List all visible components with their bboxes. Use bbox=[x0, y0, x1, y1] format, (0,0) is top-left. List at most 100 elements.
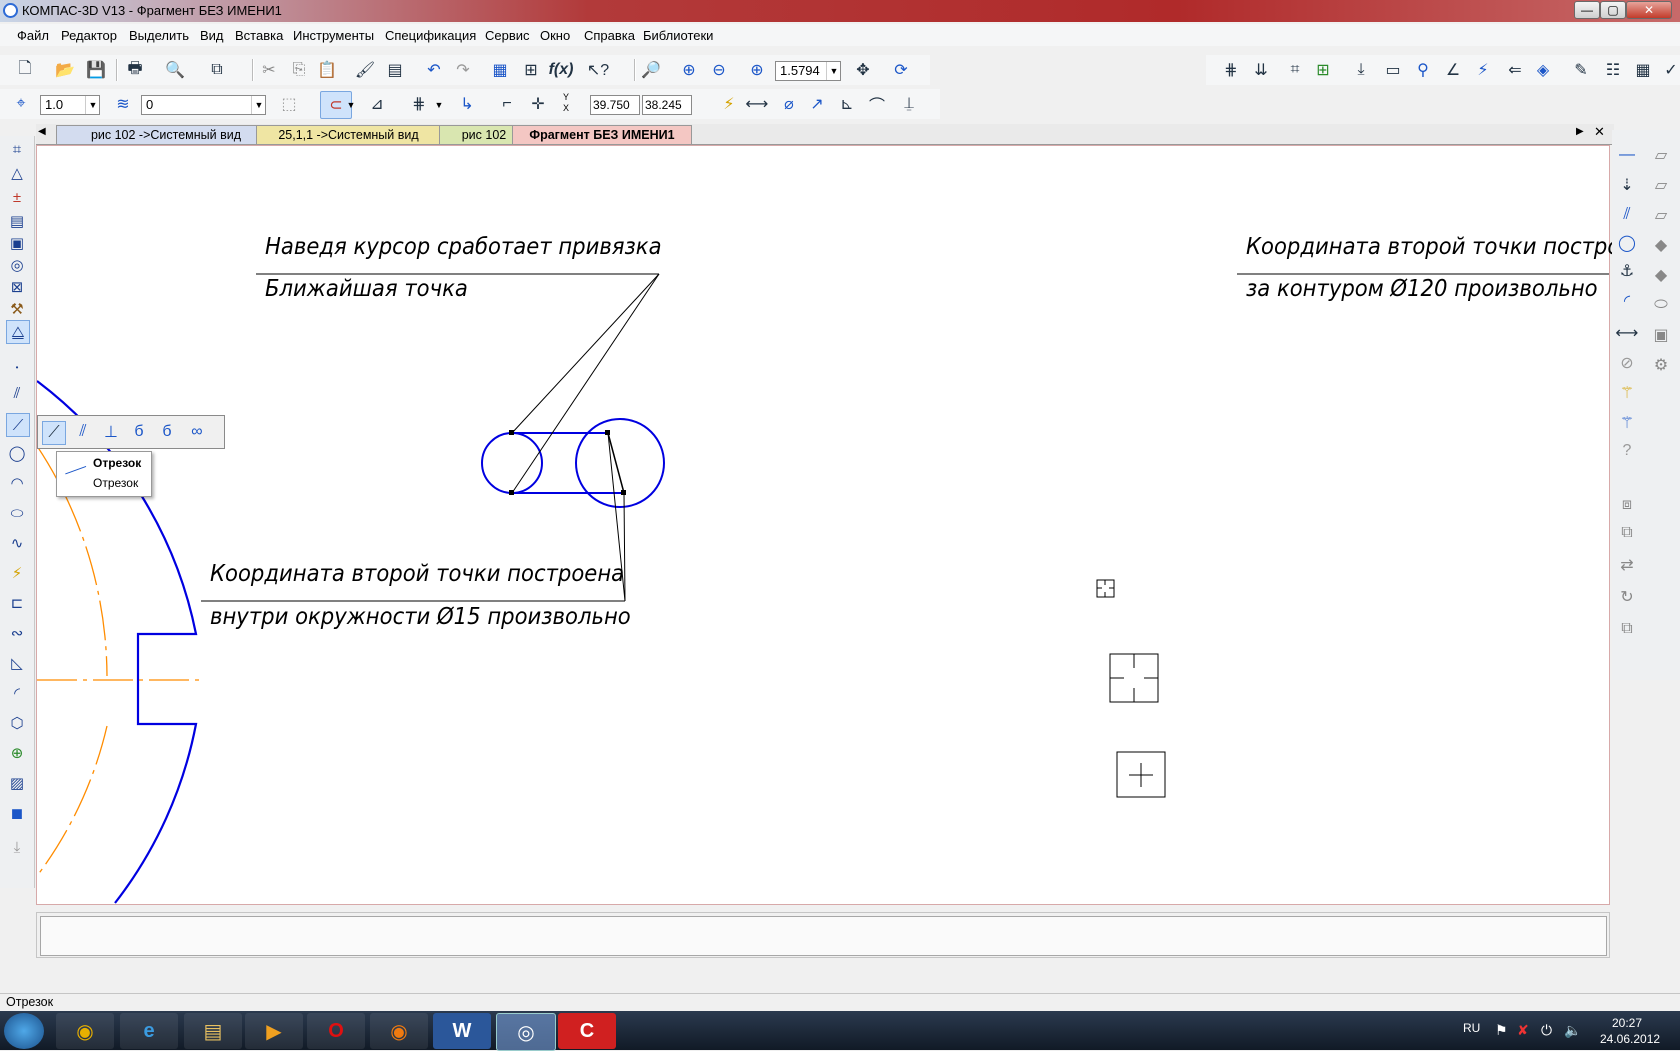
roughness-icon[interactable]: ⍊ bbox=[898, 93, 920, 115]
ortho-icon[interactable]: ⊿ bbox=[366, 93, 388, 115]
minimize-button[interactable]: — bbox=[1574, 1, 1600, 19]
parallel-segment-icon[interactable]: ⫽ bbox=[72, 421, 94, 443]
ascon-taskbar-icon[interactable]: C bbox=[558, 1013, 616, 1049]
grid-snap-icon[interactable]: ⋕ bbox=[1220, 59, 1242, 81]
print-preview-icon[interactable]: 🔍 bbox=[164, 59, 186, 81]
segment-option-icon[interactable]: ⟋ bbox=[42, 421, 66, 445]
menu-libraries[interactable]: Библиотеки bbox=[643, 28, 713, 43]
menu-insert[interactable]: Вставка bbox=[235, 28, 283, 43]
arc-icon[interactable]: ◠ bbox=[6, 472, 28, 494]
dimension-icon[interactable]: ⟷ bbox=[746, 93, 769, 115]
local-cs-icon[interactable]: ⌗ bbox=[1284, 59, 1306, 81]
ellipse-icon[interactable]: ⬭ bbox=[6, 502, 28, 524]
tab-scroll-right-icon[interactable]: ▶ bbox=[1576, 126, 1584, 137]
chevron-down-icon[interactable]: ▼ bbox=[432, 96, 446, 114]
maximize-button[interactable]: ▢ bbox=[1600, 1, 1626, 19]
cylinder-icon[interactable]: ⬭ bbox=[1650, 294, 1672, 316]
aux-line-icon[interactable]: ⫽ bbox=[6, 382, 28, 404]
help-pointer-icon[interactable]: ↖? bbox=[587, 59, 609, 81]
zoom-scale-icon[interactable]: ⊕ bbox=[746, 59, 768, 81]
circle-tool-icon[interactable]: ⚲ bbox=[1412, 59, 1434, 81]
view-icon[interactable]: ⧈ bbox=[1616, 494, 1638, 516]
solid-icon[interactable]: ◆ bbox=[1650, 234, 1672, 256]
tab-25-1-1-system[interactable]: 25,1,1 ->Системный вид bbox=[256, 125, 441, 144]
menu-tools[interactable]: Инструменты bbox=[293, 28, 374, 43]
chevron-down-icon[interactable]: ▼ bbox=[826, 62, 841, 80]
cursor-coords-icon[interactable]: ✛ bbox=[527, 93, 549, 115]
autoline-icon[interactable]: ⚡ bbox=[6, 562, 28, 584]
spline-icon[interactable]: ∿ bbox=[6, 532, 28, 554]
volume-icon[interactable]: 🔈 bbox=[1564, 1022, 1581, 1039]
settings-icon[interactable]: ✓ bbox=[1660, 59, 1680, 81]
drawing-canvas[interactable]: Наведя курсор сработает привязка Ближайш… bbox=[36, 145, 1620, 905]
opera-taskbar-icon[interactable]: O bbox=[307, 1013, 365, 1049]
new-document-icon[interactable]: 🗋 bbox=[14, 59, 36, 81]
diamond-icon[interactable]: ◈ bbox=[1532, 59, 1554, 81]
distribute-icon[interactable]: ⇊ bbox=[1250, 59, 1272, 81]
flag-icon[interactable]: ⚑ bbox=[1495, 1022, 1508, 1039]
refresh-icon[interactable]: ⟳ bbox=[890, 59, 912, 81]
tab-scroll-left-icon[interactable]: ◀ bbox=[38, 126, 46, 137]
wand-icon[interactable]: ⚚ bbox=[1616, 382, 1638, 404]
circle-tangent-icon[interactable]: ◯ bbox=[1616, 232, 1638, 254]
help-icon[interactable]: ? bbox=[1616, 440, 1638, 462]
chevron-down-icon[interactable]: ▼ bbox=[251, 96, 266, 114]
line-style-icon[interactable]: — bbox=[1616, 144, 1638, 166]
arc-dim-icon[interactable]: ◜ bbox=[1616, 290, 1638, 312]
undo-icon[interactable]: ↶ bbox=[423, 59, 445, 81]
stack-view-icon[interactable]: ⧉ bbox=[1616, 618, 1638, 640]
circle-icon[interactable]: ◯ bbox=[6, 442, 28, 464]
geometry-panel-icon[interactable]: ⌗ bbox=[6, 138, 28, 160]
power-icon[interactable]: ⏻ bbox=[1541, 1022, 1552, 1039]
point-icon[interactable]: • bbox=[6, 356, 28, 378]
chevron-down-icon[interactable]: ▼ bbox=[85, 96, 100, 114]
properties-icon[interactable]: ⬚ bbox=[278, 93, 300, 115]
properties-icon[interactable]: ▤ bbox=[384, 59, 406, 81]
arc-icon[interactable]: ⌒ bbox=[866, 93, 888, 115]
zoom-in-icon[interactable]: ⊕ bbox=[678, 59, 700, 81]
zoom-window-icon[interactable]: 🔎 bbox=[640, 59, 662, 81]
media-player-taskbar-icon[interactable]: ▶ bbox=[245, 1013, 303, 1049]
axes-icon[interactable]: ↳ bbox=[456, 93, 478, 115]
contour-icon[interactable]: ⊕ bbox=[6, 742, 28, 764]
wand2-icon[interactable]: ⚚ bbox=[1616, 412, 1638, 434]
arc-dimension-icon[interactable]: ↗ bbox=[806, 93, 828, 115]
arrow-left-icon[interactable]: ⇐ bbox=[1504, 59, 1526, 81]
paste-icon[interactable]: 📋 bbox=[316, 59, 338, 81]
hatch-icon[interactable]: ▨ bbox=[6, 772, 28, 794]
disabled-tool-icon[interactable]: ⊘ bbox=[1616, 352, 1638, 374]
language-indicator[interactable]: RU bbox=[1463, 1021, 1480, 1035]
menu-file[interactable]: Файл bbox=[17, 28, 49, 43]
ie-taskbar-icon[interactable]: e bbox=[120, 1013, 178, 1049]
tab-ris102-system[interactable]: рис 102 ->Системный вид bbox=[56, 125, 276, 144]
cut-icon[interactable]: ✂ bbox=[258, 59, 280, 81]
zoom-out-icon[interactable]: ⊖ bbox=[708, 59, 730, 81]
chevron-down-icon[interactable]: ▼ bbox=[344, 96, 358, 114]
polygon-icon[interactable]: ⬡ bbox=[6, 712, 28, 734]
fillet-icon[interactable]: ◜ bbox=[6, 682, 28, 704]
redo-icon[interactable]: ↷ bbox=[452, 59, 474, 81]
clock-time[interactable]: 20:27 bbox=[1612, 1016, 1642, 1030]
select-panel-icon[interactable]: ⊠ bbox=[6, 276, 28, 298]
rotate-view-icon[interactable]: ↻ bbox=[1616, 586, 1638, 608]
geometry-tools-icon[interactable]: ⧋ bbox=[6, 320, 30, 344]
start-button[interactable] bbox=[4, 1013, 44, 1049]
edit-icon[interactable]: ✎ bbox=[1570, 59, 1592, 81]
grid-icon[interactable]: ⋕ bbox=[408, 93, 430, 115]
dimensions-panel-icon[interactable]: △ bbox=[6, 162, 28, 184]
arrows-view-icon[interactable]: ⇄ bbox=[1616, 554, 1638, 576]
coord-x-field[interactable]: 39.750 bbox=[590, 95, 640, 115]
perpendicular-segment-icon[interactable]: ⊥ bbox=[100, 421, 122, 443]
tangent-segment-icon[interactable]: б bbox=[128, 421, 150, 443]
gear-icon[interactable]: ⚙ bbox=[1650, 354, 1672, 376]
anchor-icon[interactable]: ⚓ bbox=[1616, 260, 1638, 282]
designations-panel-icon[interactable]: ± bbox=[6, 186, 28, 208]
copy-icon[interactable]: ⎘ bbox=[288, 59, 310, 81]
layer-icon[interactable]: ▭ bbox=[1382, 59, 1404, 81]
word-taskbar-icon[interactable]: W bbox=[433, 1013, 491, 1049]
angle-dimension-icon[interactable]: ⊾ bbox=[836, 93, 858, 115]
aux-line-icon[interactable]: ⫽ bbox=[1616, 204, 1638, 226]
plane3-icon[interactable]: ▱ bbox=[1650, 204, 1672, 226]
kompas-taskbar-icon[interactable]: ◎ bbox=[496, 1013, 556, 1051]
chamfer-icon[interactable]: ◺ bbox=[6, 652, 28, 674]
